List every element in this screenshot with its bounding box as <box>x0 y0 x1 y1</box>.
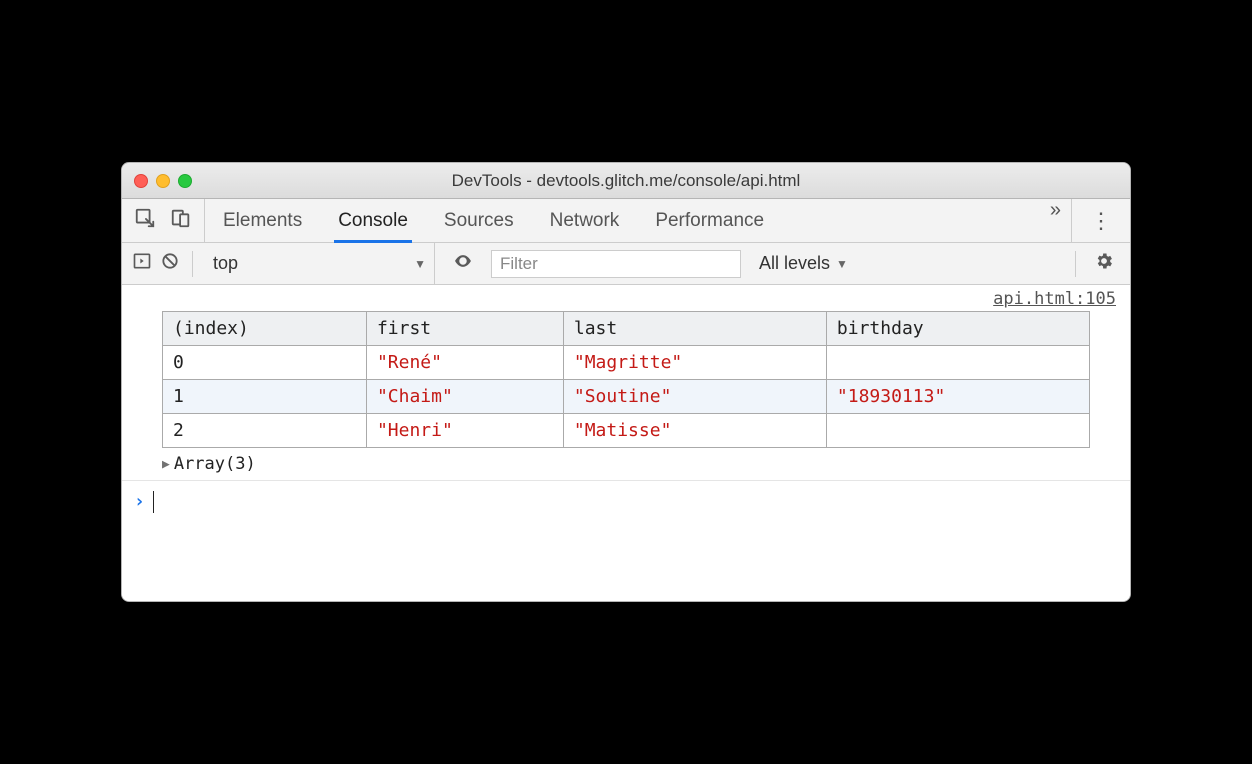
levels-label: All levels <box>759 253 830 274</box>
cell-first: "Chaim" <box>366 380 563 414</box>
source-link[interactable]: api.html:105 <box>122 285 1130 311</box>
console-settings-icon[interactable] <box>1088 251 1120 276</box>
text-cursor <box>153 491 155 513</box>
chevron-down-icon: ▼ <box>836 257 848 271</box>
toolbar-separator <box>192 251 193 277</box>
devtools-window: DevTools - devtools.glitch.me/console/ap… <box>121 162 1131 602</box>
cell-first: "Henri" <box>366 414 563 448</box>
traffic-lights <box>134 174 192 188</box>
table-row[interactable]: 2 "Henri" "Matisse" <box>163 414 1090 448</box>
prompt-chevron-icon: › <box>134 491 145 512</box>
cell-last: "Magritte" <box>563 346 826 380</box>
devtools-tabstrip: Elements Console Sources Network Perform… <box>122 199 1130 243</box>
array-summary-line[interactable]: ▶ Array(3) <box>122 448 1130 481</box>
live-expression-icon[interactable] <box>443 251 483 276</box>
toggle-sidebar-icon[interactable] <box>132 251 152 276</box>
inspect-tools-group <box>122 199 205 242</box>
zoom-window-button[interactable] <box>178 174 192 188</box>
console-table: (index) first last birthday 0 "René" "Ma… <box>162 311 1090 448</box>
col-index[interactable]: (index) <box>163 312 367 346</box>
cell-birthday <box>826 346 1089 380</box>
panel-tabs: Elements Console Sources Network Perform… <box>205 199 1040 242</box>
cell-index: 2 <box>163 414 367 448</box>
tab-sources[interactable]: Sources <box>444 199 514 242</box>
device-toolbar-icon[interactable] <box>170 207 192 234</box>
tab-console[interactable]: Console <box>338 199 408 242</box>
log-levels-select[interactable]: All levels ▼ <box>749 253 858 274</box>
execution-context-select[interactable]: top ▼ <box>205 243 435 284</box>
tabstrip-right-group: ⋮ <box>1071 199 1130 242</box>
minimize-window-button[interactable] <box>156 174 170 188</box>
console-output: api.html:105 (index) first last birthday… <box>122 285 1130 601</box>
tab-performance[interactable]: Performance <box>655 199 764 242</box>
cell-birthday: "18930113" <box>826 380 1089 414</box>
chevron-down-icon: ▼ <box>414 257 426 271</box>
table-row[interactable]: 1 "Chaim" "Soutine" "18930113" <box>163 380 1090 414</box>
filter-input[interactable] <box>491 250 741 278</box>
inspect-element-icon[interactable] <box>134 207 156 234</box>
kebab-menu-icon[interactable]: ⋮ <box>1084 208 1118 234</box>
cell-index: 1 <box>163 380 367 414</box>
toolbar-separator <box>1075 251 1076 277</box>
window-title: DevTools - devtools.glitch.me/console/ap… <box>134 171 1118 191</box>
console-toolbar: top ▼ All levels ▼ <box>122 243 1130 285</box>
col-birthday[interactable]: birthday <box>826 312 1089 346</box>
cell-index: 0 <box>163 346 367 380</box>
col-last[interactable]: last <box>563 312 826 346</box>
cell-last: "Matisse" <box>563 414 826 448</box>
tab-elements[interactable]: Elements <box>223 199 302 242</box>
more-tabs-icon[interactable]: » <box>1040 199 1071 242</box>
array-summary-text: Array(3) <box>174 454 256 474</box>
console-prompt[interactable]: › <box>122 481 1130 601</box>
expand-triangle-icon[interactable]: ▶ <box>162 457 170 472</box>
cell-first: "René" <box>366 346 563 380</box>
tab-network[interactable]: Network <box>550 199 620 242</box>
clear-console-icon[interactable] <box>160 251 180 276</box>
cell-birthday <box>826 414 1089 448</box>
close-window-button[interactable] <box>134 174 148 188</box>
console-table-wrap: (index) first last birthday 0 "René" "Ma… <box>122 311 1130 448</box>
table-header-row: (index) first last birthday <box>163 312 1090 346</box>
col-first[interactable]: first <box>366 312 563 346</box>
cell-last: "Soutine" <box>563 380 826 414</box>
window-titlebar[interactable]: DevTools - devtools.glitch.me/console/ap… <box>122 163 1130 199</box>
table-row[interactable]: 0 "René" "Magritte" <box>163 346 1090 380</box>
context-label: top <box>213 253 238 274</box>
